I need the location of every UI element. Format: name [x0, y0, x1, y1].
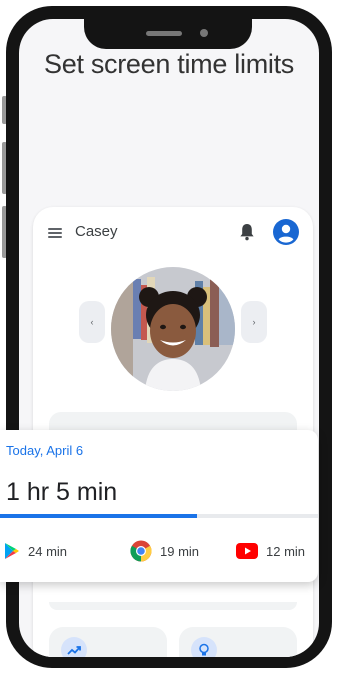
trending-up-icon [61, 637, 87, 657]
activity-tile[interactable] [49, 627, 167, 657]
screen-time-progress-bar [0, 514, 318, 518]
total-screen-time: 1 hr 5 min [6, 478, 118, 506]
child-avatar [111, 267, 235, 391]
bell-icon[interactable] [239, 223, 255, 241]
app-usage-google-play[interactable]: 24 min [4, 540, 67, 562]
front-camera [200, 29, 208, 37]
app-usage-time: 19 min [160, 543, 200, 559]
app-usage-time: 12 min [266, 543, 306, 559]
app-usage-chrome[interactable]: 19 min [130, 540, 199, 562]
next-child-button[interactable]: › [241, 301, 267, 343]
account-circle-icon[interactable] [273, 219, 299, 245]
app-usage-youtube[interactable]: 12 min [236, 540, 305, 562]
page-headline: Set screen time limits [44, 49, 294, 79]
app-usage-time: 24 min [28, 543, 68, 559]
youtube-icon [236, 543, 258, 559]
chrome-icon [130, 540, 152, 562]
google-play-icon [5, 543, 19, 559]
screen-time-summary-card[interactable]: Today, April 6 1 hr 5 min 24 min 19 min … [0, 430, 318, 582]
content-placeholder-bottom [49, 602, 297, 610]
speaker-grille [146, 31, 182, 36]
lightbulb-icon [191, 637, 217, 657]
phone-notch [84, 19, 252, 49]
summary-date: Today, April 6 [6, 443, 84, 458]
child-name: Casey [75, 223, 118, 240]
previous-child-button[interactable]: ‹ [79, 301, 105, 343]
tips-tile[interactable] [179, 627, 297, 657]
screen-time-progress-fill [0, 514, 198, 518]
menu-icon[interactable] [48, 228, 62, 238]
